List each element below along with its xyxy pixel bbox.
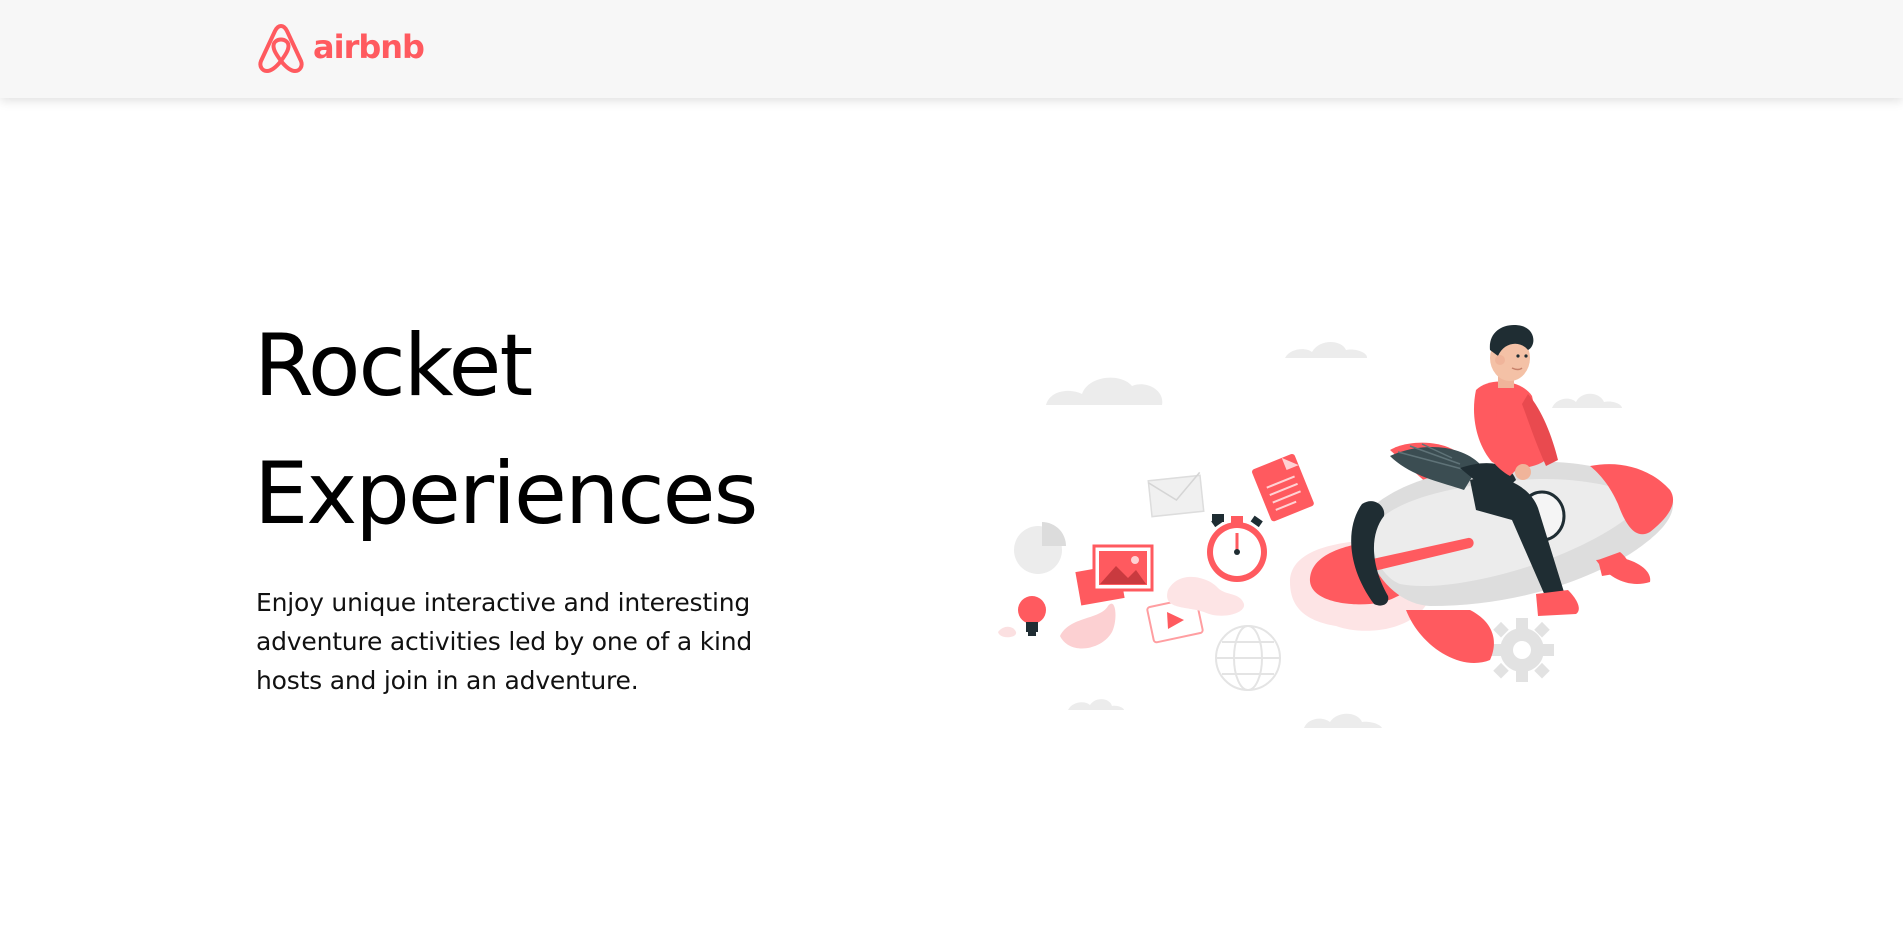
- rocket-rider-illustration: [998, 325, 1674, 728]
- globe-icon: [1215, 625, 1281, 691]
- hero-description: Enjoy unique interactive and interesting…: [256, 588, 753, 695]
- lightbulb-icon: [1018, 596, 1046, 636]
- hero-title-line-1: Rocket: [254, 316, 533, 416]
- logo-wordmark: airbnb: [313, 27, 425, 66]
- stopwatch-icon: [1207, 514, 1267, 582]
- pie-chart-icon: [1014, 522, 1066, 574]
- gear-icon: [1490, 618, 1554, 682]
- cloud-icon: [1068, 699, 1124, 710]
- image-icon: [1075, 544, 1154, 606]
- airbnb-belo-icon: [258, 24, 304, 73]
- cloud-icon: [1552, 393, 1622, 408]
- cloud-icon: [1046, 377, 1163, 405]
- hero-title: Rocket Experiences: [254, 302, 874, 558]
- cloud-icon: [1304, 713, 1382, 728]
- site-header: airbnb: [0, 0, 1903, 98]
- airbnb-logo-link[interactable]: airbnb: [256, 21, 425, 76]
- document-icon: [1252, 453, 1314, 522]
- envelope-icon: [1147, 471, 1205, 518]
- hero-title-line-2: Experiences: [254, 444, 758, 544]
- cloud-icon: [1285, 342, 1368, 358]
